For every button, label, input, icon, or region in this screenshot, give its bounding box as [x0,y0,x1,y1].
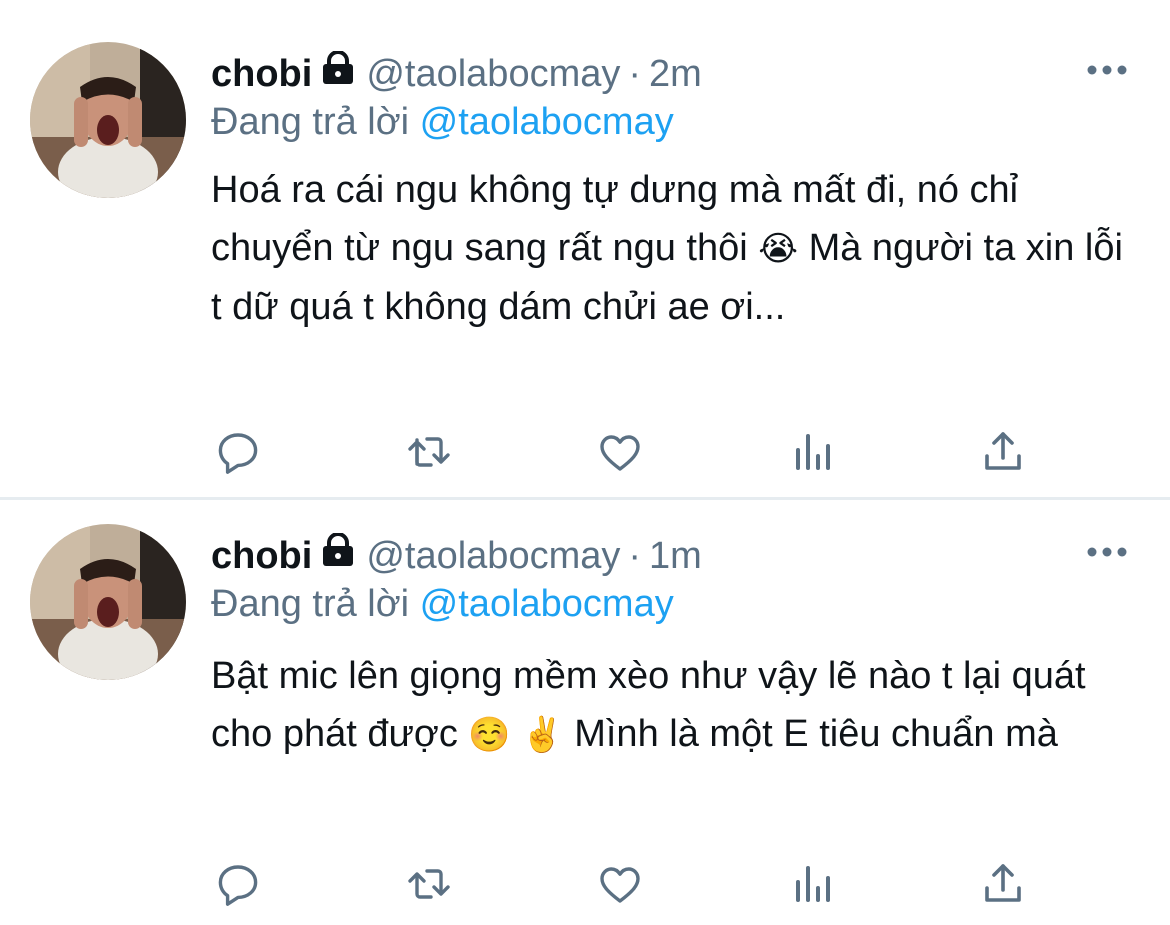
tweet-text: Hoá ra cái ngu không tự dưng mà mất đi, … [211,161,1131,336]
more-icon[interactable] [1086,60,1128,80]
share-icon[interactable] [975,424,1031,480]
avatar[interactable] [30,524,186,680]
retweet-icon[interactable] [401,856,457,912]
timestamp[interactable]: 1m [649,535,702,577]
analytics-icon[interactable] [784,424,840,480]
tweet-header: chobi @taolabocmay · 2m [211,48,702,98]
display-name[interactable]: chobi [211,535,312,577]
separator-dot: · [628,53,642,96]
reply-icon[interactable] [210,424,266,480]
tweet-text-part: Mình là một E tiêu chuẩn mà [574,713,1058,755]
display-name[interactable]: chobi [211,53,312,95]
tweet[interactable]: chobi @taolabocmay · 2m Đang trả lời @taola… [0,0,1170,498]
reply-mention-link[interactable]: @taolabocmay [420,101,674,143]
more-icon[interactable] [1086,542,1128,562]
user-handle[interactable]: @taolabocmay [366,535,620,577]
analytics-icon[interactable] [784,856,840,912]
smiling-emoji: ☺️ [468,716,511,754]
timestamp[interactable]: 2m [649,53,702,95]
lock-icon [320,48,356,98]
reply-prefix: Đang trả lời [211,101,410,143]
reply-prefix: Đang trả lời [211,583,410,625]
reply-context: Đang trả lời @taolabocmay [211,97,674,147]
tweet-text: Bật mic lên giọng mềm xèo như vậy lẽ nào… [211,647,1131,764]
tweet-header: chobi @taolabocmay · 1m [211,530,702,580]
reply-icon[interactable] [210,856,266,912]
action-bar [0,856,1170,912]
avatar[interactable] [30,42,186,198]
reply-context: Đang trả lời @taolabocmay [211,579,674,629]
crying-emoji: 😭 [758,230,798,268]
action-bar [0,424,1170,480]
retweet-icon[interactable] [401,424,457,480]
like-icon[interactable] [592,856,648,912]
share-icon[interactable] [975,856,1031,912]
lock-icon [320,530,356,580]
like-icon[interactable] [592,424,648,480]
tweet[interactable]: chobi @taolabocmay · 1m Đang trả lời @taola… [0,500,1170,925]
user-handle[interactable]: @taolabocmay [366,53,620,95]
reply-mention-link[interactable]: @taolabocmay [420,583,674,625]
separator-dot: · [628,535,642,578]
victory-hand-emoji: ✌️ [521,716,564,754]
